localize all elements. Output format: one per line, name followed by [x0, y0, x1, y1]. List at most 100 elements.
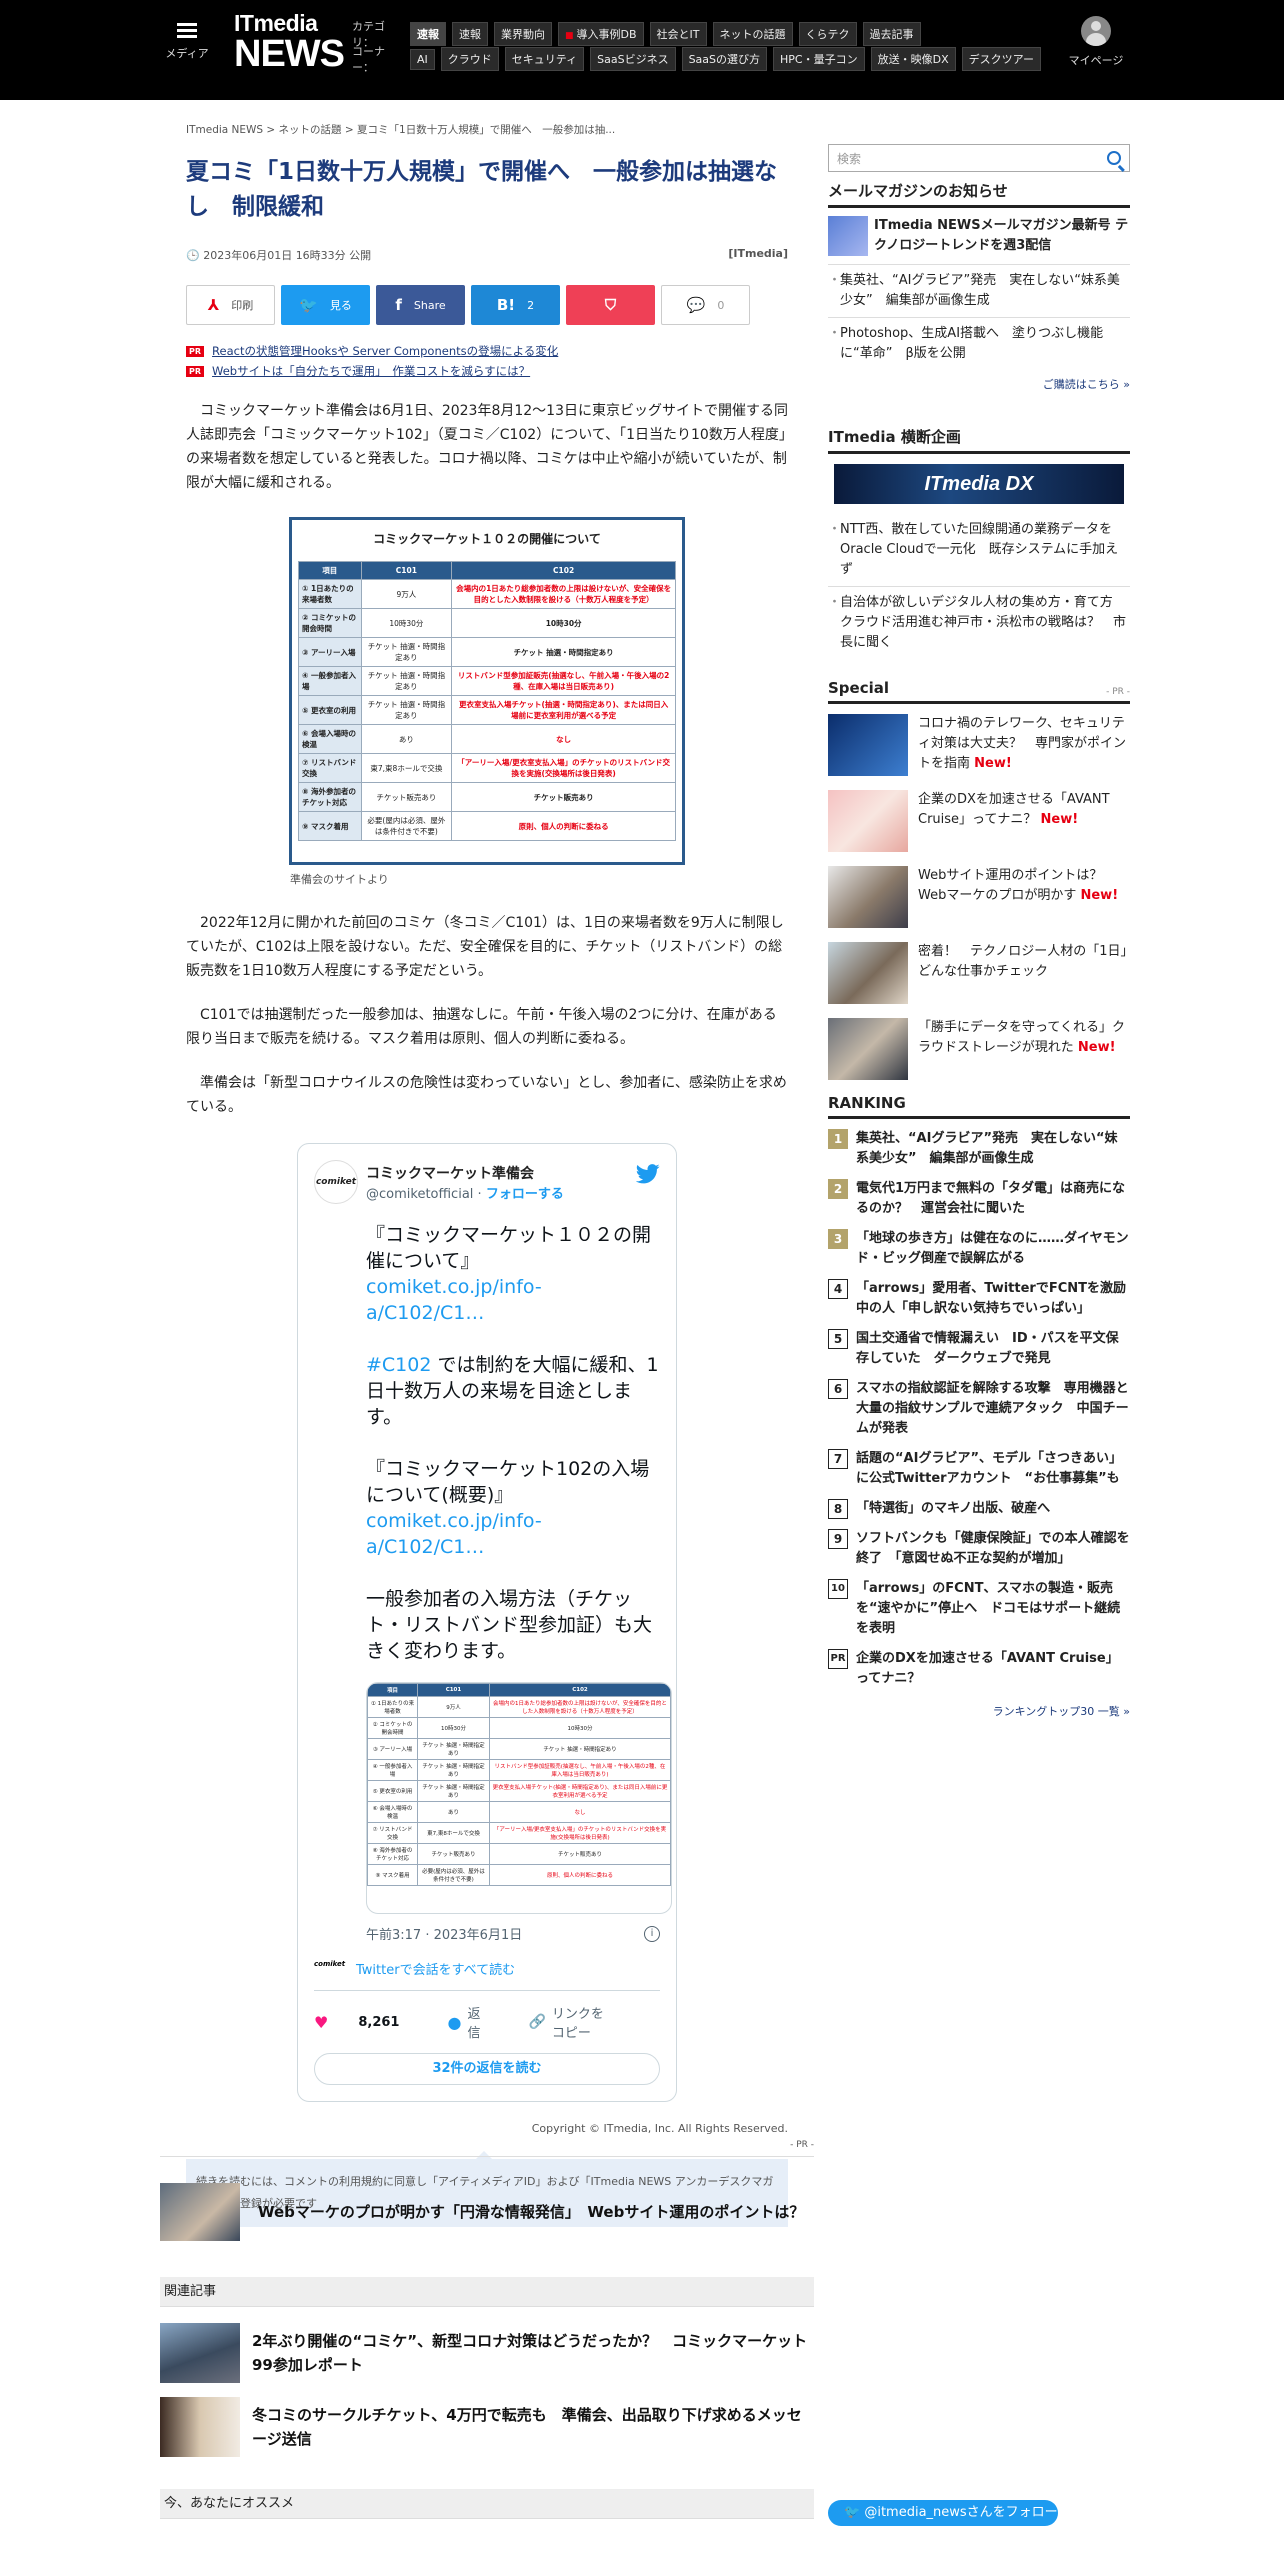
corner-chip[interactable]: デスクツアー: [961, 47, 1041, 71]
cross-item[interactable]: NTT西、散在していた回線開通の業務データをOracle Cloudで一元化 既…: [828, 514, 1130, 586]
rank-title[interactable]: 「arrows」愛用者、TwitterでFCNTを激励 中の人「申し訳ない気持ち…: [856, 1279, 1139, 1319]
tweet-timestamp[interactable]: 午前3:17 · 2023年6月1日: [366, 1924, 522, 1943]
ranking-item[interactable]: 9 ソフトバンクも「健康保険証」での本人確認を終了 「意図せぬ不正な契約が増加」: [828, 1529, 1130, 1569]
figure-cell: 「アーリー入場/更衣室支払入場」のチケットのリストバンド交換を実施(交換場所は後…: [451, 753, 676, 783]
rank-title[interactable]: 電気代1万円まで無料の「タダ電」は商売になるのか？ 運営会社に聞いた: [856, 1179, 1130, 1219]
special-thumbnail[interactable]: [828, 1018, 908, 1080]
read-replies-button[interactable]: 32件の返信を読む: [314, 2053, 660, 2085]
pocket-button[interactable]: ⛉: [566, 285, 655, 325]
copy-link-button[interactable]: 🔗 リンクをコピー: [528, 2003, 636, 2041]
search-box[interactable]: 検索: [828, 144, 1130, 172]
special-item[interactable]: コロナ禍のテレワーク、セキュリティ対策は大丈夫？ 専門家がポイントを指南 New…: [828, 714, 1130, 776]
breadcrumb[interactable]: ITmedia NEWS > ネットの話題 > 夏コミ「1日数十万人規模」で開催…: [186, 122, 788, 137]
special-text[interactable]: 企業のDXを加速させる「AVANT Cruise」ってナニ？ New!: [918, 790, 1130, 852]
tweet-author-name[interactable]: コミックマーケット準備会: [366, 1163, 564, 1183]
special-thumbnail[interactable]: [828, 942, 908, 1004]
pr-link-text[interactable]: Webサイトは「自分たちで運用」 作業コストを減らすには？: [212, 363, 530, 379]
event-overview-figure[interactable]: コミックマーケット１０２の開催について 項目 C101 C102 ① 1日あたりの来…: [289, 517, 685, 865]
related-title[interactable]: 冬コミのサークルチケット、4万円で転売も 準備会、出品取り下げ求めるメッセージ送…: [252, 2403, 814, 2451]
rank-title[interactable]: 国土交通省で情報漏えい ID・パスを平文保存していた ダークウェブで発見: [856, 1329, 1130, 1369]
embedded-tweet[interactable]: comiket コミックマーケット準備会 @comiketofficial · …: [297, 1143, 677, 2102]
media-menu-button[interactable]: メディア: [162, 20, 212, 61]
rank-title[interactable]: スマホの指紋認証を解除する攻撃 専用機器と大量の指紋サンプルで連続アタック 中国…: [856, 1379, 1130, 1439]
hatena-bookmark-button[interactable]: B! 2: [471, 285, 560, 325]
tweet-image[interactable]: 項目 C101 C102 ① 1日あたりの来場者数 9万人 会場内の1日あたり総参加者数…: [366, 1682, 672, 1914]
ranking-item[interactable]: 3 「地球の歩き方」は健在なのに……ダイヤモンド・ビッグ倒産で誤解広がる: [828, 1229, 1130, 1269]
print-button[interactable]: ⅄ 印刷: [186, 285, 275, 325]
tweet-link[interactable]: comiket.co.jp/info-a/C102/C1…: [366, 1276, 542, 1324]
special-item[interactable]: 企業のDXを加速させる「AVANT Cruise」ってナニ？ New!: [828, 790, 1130, 852]
corner-chip[interactable]: AI: [410, 48, 435, 70]
ranking-item[interactable]: 6 スマホの指紋認証を解除する攻撃 専用機器と大量の指紋サンプルで連続アタック 中…: [828, 1379, 1130, 1439]
corner-chip[interactable]: SaaSビジネス: [590, 47, 676, 71]
mypage-button[interactable]: マイページ: [1068, 16, 1124, 68]
pr-article-item[interactable]: Webマーケのプロが明かす「円滑な情報発信」 Webサイト運用のポイントは？: [160, 2183, 814, 2241]
site-logo[interactable]: ITmedia NEWS: [234, 12, 345, 74]
search-input[interactable]: 検索: [837, 150, 861, 167]
mail-magazine-title[interactable]: ITmedia NEWSメールマガジン最新号 テクノロジートレンドを週3配信: [874, 216, 1130, 256]
special-text[interactable]: Webサイト運用のポイントは？ Webマーケのプロが明かす New!: [918, 866, 1130, 928]
ranking-item[interactable]: 5 国土交通省で情報漏えい ID・パスを平文保存していた ダークウェブで発見: [828, 1329, 1130, 1369]
facebook-share-button[interactable]: f Share: [376, 285, 465, 325]
special-text[interactable]: 密着！ テクノロジー人材の「1日」 どんな仕事かチェック: [918, 942, 1140, 1004]
related-article-item[interactable]: 冬コミのサークルチケット、4万円で転売も 準備会、出品取り下げ求めるメッセージ送…: [160, 2397, 814, 2457]
search-icon[interactable]: [1107, 151, 1121, 165]
cross-item[interactable]: 自治体が欲しいデジタル人材の集め方・育て方 クラウド活用進む神戸市・浜松市の戦略…: [828, 586, 1130, 659]
mail-magazine-feature[interactable]: ITmedia NEWSメールマガジン最新号 テクノロジートレンドを週3配信: [828, 216, 1130, 256]
ranking-more-link[interactable]: ランキングトップ30 一覧 »: [828, 1703, 1130, 1719]
rank-title[interactable]: 話題の“AIグラビア”、モデル「さつきあい」に公式Twitterアカウント “お…: [856, 1449, 1130, 1489]
twitter-follow-button[interactable]: 🐦 @itmedia_newsさんをフォロー: [828, 2500, 1058, 2526]
ranking-item[interactable]: 4 「arrows」愛用者、TwitterでFCNTを激励 中の人「申し訳ない気持…: [828, 1279, 1139, 1319]
ranking-item[interactable]: 7 話題の“AIグラビア”、モデル「さつきあい」に公式Twitterアカウント “…: [828, 1449, 1130, 1489]
special-thumbnail[interactable]: [828, 790, 908, 852]
corner-chip[interactable]: HPC・量子コン: [773, 47, 865, 71]
pr-link-item[interactable]: PR Reactの状態管理Hooksや Server Componentsの登場に…: [186, 341, 788, 361]
rank-title[interactable]: 「arrows」のFCNT、スマホの製造・販売を“速やかに”停止へ ドコモはサポ…: [856, 1579, 1130, 1639]
twitter-bird-icon[interactable]: [636, 1164, 660, 1184]
ranking-item[interactable]: 10 「arrows」のFCNT、スマホの製造・販売を“速やかに”停止へ ドコモは…: [828, 1579, 1130, 1639]
read-conversation-link[interactable]: comiket Twitterで会話をすべて読む: [314, 1959, 660, 1979]
rank-title[interactable]: 企業のDXを加速させる「AVANT Cruise」ってナニ？: [856, 1649, 1130, 1689]
pr-article-thumbnail[interactable]: [160, 2183, 240, 2241]
related-article-item[interactable]: 2年ぶり開催の“コミケ”、新型コロナ対策はどうだったか？ コミックマーケット99…: [160, 2323, 814, 2383]
tweet-follow-link[interactable]: フォローする: [486, 1187, 564, 1202]
itmedia-dx-banner[interactable]: ITmedia DX: [834, 464, 1124, 504]
ranking-item[interactable]: 8 「特選街」のマキノ出版、破産へ: [828, 1499, 1130, 1519]
corner-chip[interactable]: セキュリティ: [504, 47, 585, 71]
rank-title[interactable]: ソフトバンクも「健康保険証」での本人確認を終了 「意図せぬ不正な契約が増加」: [856, 1529, 1130, 1569]
special-text[interactable]: コロナ禍のテレワーク、セキュリティ対策は大丈夫？ 専門家がポイントを指南 New…: [918, 714, 1130, 776]
tweet-avatar[interactable]: comiket: [314, 1160, 358, 1204]
corner-chip[interactable]: クラウド: [440, 47, 499, 71]
special-item[interactable]: 「勝手にデータを守ってくれる」クラウドストレージが現れた New!: [828, 1018, 1130, 1080]
ranking-item[interactable]: 2 電気代1万円まで無料の「タダ電」は商売になるのか？ 運営会社に聞いた: [828, 1179, 1130, 1219]
mail-item[interactable]: 集英社、“AIグラビア”発売 実在しない“妹系美少女” 編集部が画像生成: [828, 264, 1130, 317]
pr-link-text[interactable]: Reactの状態管理Hooksや Server Componentsの登場による…: [212, 343, 558, 359]
tweet-hashtag[interactable]: #C102: [366, 1354, 431, 1376]
reply-button[interactable]: ● 返信: [447, 2003, 504, 2041]
related-title[interactable]: 2年ぶり開催の“コミケ”、新型コロナ対策はどうだったか？ コミックマーケット99…: [252, 2329, 814, 2377]
comment-button[interactable]: 💬 0: [661, 285, 750, 325]
info-icon[interactable]: i: [644, 1925, 660, 1942]
special-item[interactable]: 密着！ テクノロジー人材の「1日」 どんな仕事かチェック: [828, 942, 1140, 1004]
twitter-share-button[interactable]: 🐦 見る: [281, 285, 370, 325]
special-thumbnail[interactable]: [828, 714, 908, 776]
tweet-link[interactable]: comiket.co.jp/info-a/C102/C1…: [366, 1510, 542, 1558]
corner-chip[interactable]: 放送・映像DX: [870, 47, 956, 71]
special-text[interactable]: 「勝手にデータを守ってくれる」クラウドストレージが現れた New!: [918, 1018, 1130, 1080]
mail-item[interactable]: Photoshop、生成AI搭載へ 塗りつぶし機能に“革命” β版を公開: [828, 317, 1130, 370]
special-item[interactable]: Webサイト運用のポイントは？ Webマーケのプロが明かす New!: [828, 866, 1130, 928]
special-thumbnail[interactable]: [828, 866, 908, 928]
subscribe-link[interactable]: ご購読はこちら »: [828, 376, 1130, 392]
ranking-item[interactable]: 1 集英社、“AIグラビア”発売 実在しない“妹系美少女” 編集部が画像生成: [828, 1129, 1130, 1169]
rank-title[interactable]: 「特選街」のマキノ出版、破産へ: [856, 1499, 1050, 1519]
like-button[interactable]: ♥ 8,261: [314, 2013, 423, 2032]
rank-title[interactable]: 集英社、“AIグラビア”発売 実在しない“妹系美少女” 編集部が画像生成: [856, 1129, 1130, 1169]
pr-article-title[interactable]: Webマーケのプロが明かす「円滑な情報発信」 Webサイト運用のポイントは？: [258, 2201, 804, 2223]
related-thumbnail[interactable]: [160, 2323, 240, 2383]
related-thumbnail[interactable]: [160, 2397, 240, 2457]
ranking-item[interactable]: PR 企業のDXを加速させる「AVANT Cruise」ってナニ？: [828, 1649, 1130, 1689]
rank-title[interactable]: 「地球の歩き方」は健在なのに……ダイヤモンド・ビッグ倒産で誤解広がる: [856, 1229, 1130, 1269]
pr-link-item[interactable]: PR Webサイトは「自分たちで運用」 作業コストを減らすには？: [186, 361, 788, 381]
corner-chip[interactable]: SaaSの選び方: [681, 47, 768, 71]
tweet-handle[interactable]: @comiketofficial: [366, 1187, 473, 1202]
